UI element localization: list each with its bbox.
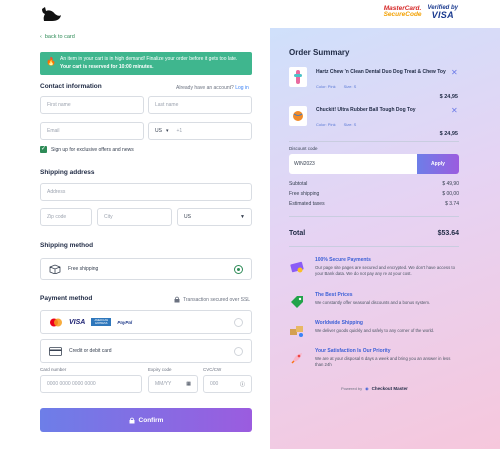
product-name: Hartz Chew 'n Clean Dental Duo Dog Treat…	[316, 69, 446, 75]
mastercard-logo-icon	[50, 318, 62, 326]
lock-icon	[174, 296, 180, 303]
last-name-field[interactable]: Last name	[148, 96, 252, 114]
divider	[289, 246, 459, 247]
discount-code-label: Discount code	[289, 146, 318, 151]
verified-by-visa-badge: Verified by VISA	[427, 5, 458, 20]
product-image-dental-chew	[289, 67, 307, 87]
credit-card-option[interactable]: Credit or debit card	[40, 339, 252, 363]
chevron-left-icon: ‹	[40, 34, 42, 40]
account-prompt: Already have an account? Log in	[176, 85, 249, 91]
free-shipping-option[interactable]: Free shipping	[40, 258, 252, 280]
shipping-address-title: Shipping address	[40, 169, 95, 176]
top-header: MasterCard. SecureCode Verified by VISA	[0, 0, 500, 28]
remove-item-icon[interactable]: ✕	[451, 68, 458, 77]
address-field[interactable]: Address	[40, 183, 252, 201]
expiry-label: Expiry code	[148, 367, 172, 372]
country-select[interactable]: US ▼	[177, 208, 252, 226]
product-meta: Color: Pink Size: S	[316, 122, 357, 127]
package-icon	[49, 264, 61, 274]
card-number-field[interactable]: 0000 0000 0000 0000	[40, 375, 142, 393]
apply-discount-button[interactable]: Apply	[417, 154, 459, 174]
paypal-logo: PayPal	[117, 319, 133, 325]
shipping-row: Free shipping $ 00,00	[289, 191, 459, 197]
taxes-row: Estimated taxes $ 3.74	[289, 201, 459, 207]
fire-icon: 🔥	[46, 57, 56, 66]
product-price: $ 24,95	[439, 131, 458, 137]
first-name-field[interactable]: First name	[40, 96, 144, 114]
chevron-down-icon: ▾	[165, 128, 169, 134]
checkout-master-logo-icon: ◉	[365, 386, 369, 391]
remove-item-icon[interactable]: ✕	[451, 106, 458, 115]
card-brands-option[interactable]: VISA AMERICAN EXPRESS PayPal	[40, 310, 252, 334]
caret-down-icon: ▼	[240, 214, 245, 220]
phone-field[interactable]: US ▾ +1	[148, 122, 252, 140]
cart-demand-alert: 🔥 An item in your cart is in high demand…	[40, 52, 252, 75]
credit-card-icon	[290, 261, 304, 273]
back-to-card-link[interactable]: ‹ back to card	[40, 34, 75, 40]
shipping-boxes-icon	[290, 326, 303, 337]
visa-logo: VISA	[69, 318, 86, 326]
divider	[289, 141, 459, 142]
calendar-icon: ▦	[186, 381, 191, 387]
city-field[interactable]: City	[97, 208, 172, 226]
credit-card-icon	[49, 346, 62, 356]
amex-logo: AMERICAN EXPRESS	[91, 318, 112, 326]
confirm-button[interactable]: Confirm	[40, 408, 252, 432]
country-code-select[interactable]: US	[155, 128, 162, 134]
mastercard-securecode-badge: MasterCard. SecureCode	[383, 4, 422, 18]
divider	[289, 216, 459, 217]
ssl-note: Transaction secured over SSL	[174, 296, 250, 303]
shipping-radio-selected[interactable]	[234, 265, 243, 274]
total-row: Total $53.64	[289, 230, 459, 237]
cat-logo-icon[interactable]	[40, 6, 62, 22]
powered-by: Powered by ◉ Checkout Master	[341, 386, 408, 391]
login-link[interactable]: Log in	[235, 85, 249, 91]
info-icon: ⓘ	[239, 381, 245, 388]
security-badges: MasterCard. SecureCode Verified by VISA	[383, 4, 458, 20]
order-summary-title: Order Summary	[289, 48, 350, 57]
newsletter-checkbox[interactable]: ✓	[40, 146, 47, 153]
product-price: $ 24,95	[439, 94, 458, 100]
cvc-label: CVC/CW	[203, 367, 222, 372]
subtotal-row: Subtotal $ 49,90	[289, 181, 459, 187]
discount-code-input[interactable]: WIN2023	[289, 154, 417, 174]
payment-method-title: Payment method	[40, 295, 93, 302]
cvc-field[interactable]: 000 ⓘ	[203, 375, 252, 393]
email-field[interactable]: Email	[40, 122, 144, 140]
zip-code-field[interactable]: Zip code	[40, 208, 92, 226]
shipping-method-title: Shipping method	[40, 242, 94, 249]
price-tag-icon	[291, 296, 303, 308]
product-image-ball	[289, 106, 307, 126]
card-brands-radio[interactable]	[234, 318, 243, 327]
contact-info-title: Contact information	[40, 83, 102, 90]
newsletter-label: Sign up for exclusive offers and news	[51, 147, 134, 153]
card-number-label: Card number	[40, 367, 67, 372]
product-name: Chuckit! Ultra Rubber Ball Tough Dog Toy	[316, 107, 416, 113]
credit-card-radio[interactable]	[234, 347, 243, 356]
product-meta: Color: Pink Size: S	[316, 84, 357, 89]
lock-icon	[129, 417, 135, 423]
expiry-field[interactable]: MM/YY ▦	[148, 375, 198, 393]
rocket-icon	[291, 353, 302, 364]
